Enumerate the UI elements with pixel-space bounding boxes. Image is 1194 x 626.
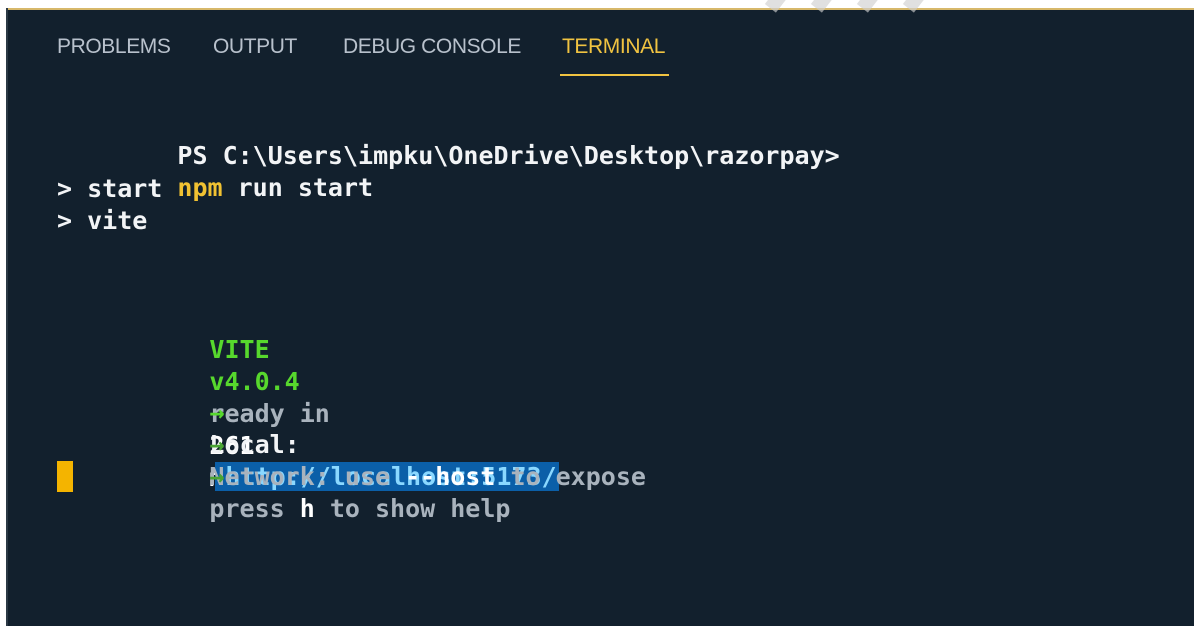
panel-left-border xyxy=(6,8,8,626)
arrow-icon-help: → xyxy=(209,462,225,491)
host-flag: --host xyxy=(405,462,496,491)
script-line-vite: > vite xyxy=(57,206,148,235)
network-line: → Network: use --host to expose xyxy=(89,397,646,491)
terminal-output[interactable]: PS C:\Users\impku\OneDrive\Desktop\razor… xyxy=(6,10,1194,626)
prompt-path: PS C:\Users\impku\OneDrive\Desktop\razor… xyxy=(177,141,840,170)
expose-text: to expose xyxy=(495,462,646,491)
script-line-start: > start xyxy=(57,174,163,203)
local-url-line: → Local: http://localhost:5173/ xyxy=(89,365,559,491)
npm-command: npm xyxy=(177,173,223,202)
help-prefix: press xyxy=(209,494,300,523)
network-text: : use xyxy=(314,462,406,491)
command-arguments: run start xyxy=(222,173,374,202)
terminal-panel: PROBLEMS OUTPUT DEBUG CONSOLE TERMINAL P… xyxy=(6,8,1194,626)
screenshot-frame: PROBLEMS OUTPUT DEBUG CONSOLE TERMINAL P… xyxy=(0,0,1194,626)
help-line: → press h to show help xyxy=(89,429,510,523)
vite-ready-line: VITE v4.0.4 ready in 261 ms xyxy=(89,302,329,492)
network-label: Network xyxy=(209,462,315,491)
terminal-cursor xyxy=(57,461,73,492)
prompt-line: PS C:\Users\impku\OneDrive\Desktop\razor… xyxy=(57,108,839,202)
vite-name: VITE xyxy=(209,335,270,364)
help-suffix: to show help xyxy=(314,494,511,523)
help-key: h xyxy=(299,494,315,523)
